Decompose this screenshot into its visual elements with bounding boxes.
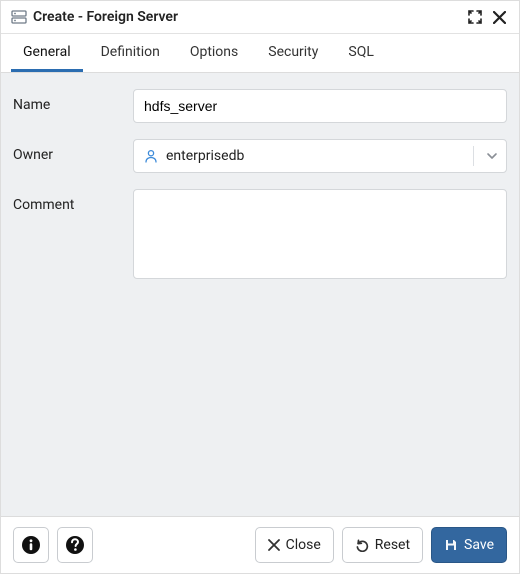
owner-value: enterprisedb	[166, 148, 472, 164]
reset-icon	[355, 538, 369, 552]
tab-general[interactable]: General	[11, 34, 83, 72]
tab-options[interactable]: Options	[178, 34, 250, 72]
tab-sql[interactable]: SQL	[336, 34, 385, 72]
x-icon	[268, 539, 280, 551]
footer-bar: Close Reset Save	[1, 516, 519, 573]
row-comment: Comment	[13, 189, 507, 283]
save-icon	[444, 538, 458, 552]
row-owner: Owner enterprisedb	[13, 139, 507, 173]
chevron-down-icon	[486, 140, 498, 172]
help-button[interactable]	[57, 527, 93, 563]
select-divider	[473, 146, 474, 166]
owner-select[interactable]: enterprisedb	[133, 139, 507, 173]
title-bar: Create - Foreign Server	[1, 1, 519, 34]
row-name: Name	[13, 89, 507, 123]
window-title: Create - Foreign Server	[33, 9, 178, 25]
close-icon	[493, 11, 506, 24]
reset-button[interactable]: Reset	[342, 527, 423, 563]
close-button[interactable]: Close	[255, 527, 334, 563]
server-icon	[11, 10, 27, 24]
content-panel: Name Owner enterprisedb Comment	[1, 73, 519, 516]
info-icon	[21, 535, 41, 555]
tab-definition[interactable]: Definition	[89, 34, 172, 72]
expand-icon	[468, 10, 482, 24]
help-icon	[65, 535, 85, 555]
tab-security[interactable]: Security	[256, 34, 330, 72]
comment-textarea[interactable]	[133, 189, 507, 279]
info-button[interactable]	[13, 527, 49, 563]
save-button[interactable]: Save	[431, 527, 507, 563]
label-comment: Comment	[13, 189, 133, 213]
close-window-button[interactable]	[489, 7, 509, 27]
label-owner: Owner	[13, 139, 133, 163]
name-input[interactable]	[133, 89, 507, 123]
user-icon	[144, 149, 158, 163]
expand-button[interactable]	[465, 7, 485, 27]
tab-bar: General Definition Options Security SQL	[1, 34, 519, 73]
reset-button-label: Reset	[375, 537, 410, 553]
label-name: Name	[13, 89, 133, 113]
close-button-label: Close	[286, 537, 321, 553]
save-button-label: Save	[464, 537, 494, 553]
